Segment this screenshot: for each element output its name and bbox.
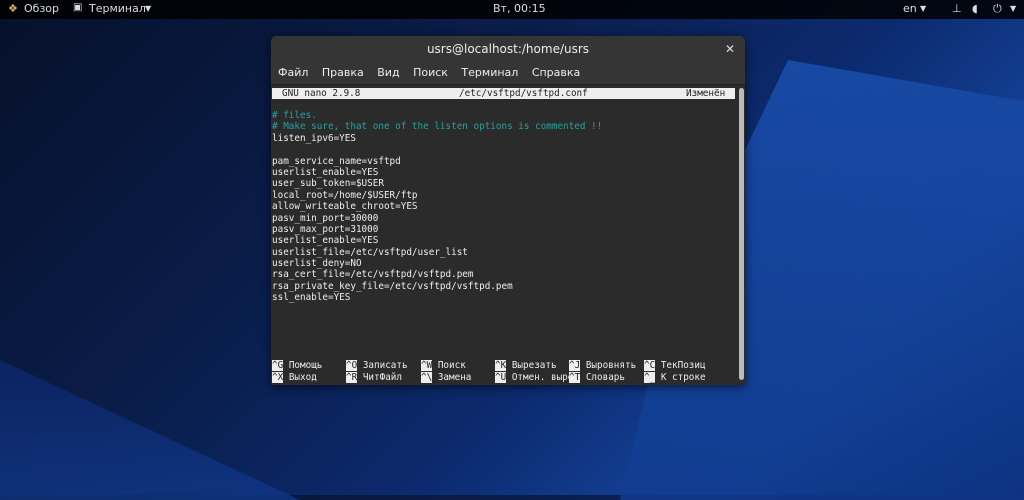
config-line: userlist_enable=YES <box>272 166 379 178</box>
shortcut-item: ^C ТекПозиц <box>644 360 706 372</box>
config-line: userlist_file=/etc/vsftpd/user_list <box>272 246 468 258</box>
top-bar: ❖ Обзор ▣ Терминал ▼ Вт, 00:15 en ▼ ⊥ ◖ … <box>0 0 1024 19</box>
chevron-down-icon: ▼ <box>145 4 152 13</box>
shortcut-label: ЧитФайл <box>362 371 402 383</box>
config-line: rsa_private_key_file=/etc/vsftpd/vsftpd.… <box>272 280 513 292</box>
shortcut-item: ^T Словарь <box>569 371 625 384</box>
config-line: allow_writeable_chroot=YES <box>272 201 418 213</box>
config-line: user_sub_token=$USER <box>272 178 384 190</box>
activities-icon: ❖ <box>8 2 18 15</box>
shortcut-label: К строке <box>660 371 706 383</box>
shortcut-key: ^\ <box>421 371 433 383</box>
config-line: pasv_max_port=31000 <box>272 223 379 235</box>
terminal-icon: ▣ <box>73 2 83 13</box>
menu-view[interactable]: Вид <box>377 66 399 79</box>
close-icon[interactable]: ✕ <box>725 36 735 62</box>
shortcut-key: ^W <box>421 360 433 371</box>
clock[interactable]: Вт, 00:15 <box>493 2 546 15</box>
shortcut-key: ^T <box>569 371 581 383</box>
menu-terminal[interactable]: Терминал <box>461 66 518 79</box>
shortcut-item: ^_ К строке <box>644 371 706 384</box>
shortcut-item: ^\ Замена <box>421 371 472 384</box>
title-bar[interactable]: usrs@localhost:/home/usrs ✕ <box>271 36 745 62</box>
shortcut-label: Помощь <box>288 360 323 371</box>
shortcut-label: Вырезать <box>511 360 557 371</box>
config-line: pam_service_name=vsftpd <box>272 155 401 167</box>
shortcut-label: Словарь <box>585 371 625 383</box>
chevron-down-icon: ▼ <box>1010 4 1017 13</box>
shortcut-item: ^O Записать <box>346 360 408 372</box>
modified-status: Изменён <box>686 88 726 99</box>
shortcut-label: Отмен. выре <box>511 371 574 383</box>
shortcut-item: ^W Поиск <box>421 360 466 372</box>
editor-text[interactable]: # files. # Make sure, that one of the lis… <box>272 110 602 304</box>
shortcut-key: ^O <box>346 360 358 371</box>
nano-version: GNU nano 2.9.8 <box>282 88 361 99</box>
menu-edit[interactable]: Правка <box>322 66 364 79</box>
shortcut-key: ^U <box>495 371 507 383</box>
config-line: userlist_deny=NO <box>272 258 362 270</box>
wallpaper-shape <box>0 360 300 500</box>
chevron-down-icon: ▼ <box>920 4 927 13</box>
menu-search[interactable]: Поиск <box>413 66 448 79</box>
shortcut-key: ^J <box>569 360 581 371</box>
shortcut-item: ^J Выровнять <box>569 360 636 372</box>
comment-line: # files. <box>272 110 317 121</box>
shortcut-key: ^K <box>495 360 507 371</box>
nano-header: GNU nano 2.9.8 /etc/vsftpd/vsftpd.conf И… <box>272 88 735 99</box>
language-indicator[interactable]: en <box>903 2 917 15</box>
config-line: userlist_enable=YES <box>272 235 379 247</box>
shortcut-item: ^U Отмен. выре <box>495 371 574 384</box>
terminal-content[interactable]: GNU nano 2.9.8 /etc/vsftpd/vsftpd.conf И… <box>272 86 736 384</box>
shortcut-key: ^R <box>346 371 358 383</box>
config-line: rsa_cert_file=/etc/vsftpd/vsftpd.pem <box>272 269 474 281</box>
shortcut-key: ^_ <box>644 371 656 383</box>
terminal-window: usrs@localhost:/home/usrs ✕ Файл Правка … <box>271 36 745 385</box>
power-icon[interactable]: ⏻ <box>993 2 1002 16</box>
scrollbar-thumb[interactable] <box>739 88 744 380</box>
menu-help[interactable]: Справка <box>532 66 580 79</box>
app-menu[interactable]: Терминал <box>89 2 146 15</box>
menu-file[interactable]: Файл <box>278 66 308 79</box>
shortcut-label: Поиск <box>437 360 466 371</box>
config-line: listen_ipv6=YES <box>272 132 356 144</box>
config-line <box>272 144 602 155</box>
shortcut-item: ^K Вырезать <box>495 360 557 372</box>
shortcut-label: ТекПозиц <box>660 360 706 371</box>
shortcut-item: ^X Выход <box>272 371 317 384</box>
activities-button[interactable]: Обзор <box>24 2 59 15</box>
shortcut-label: Выровнять <box>585 360 637 371</box>
shortcut-label: Замена <box>437 371 472 383</box>
shortcut-key: ^C <box>644 360 656 371</box>
config-line: ssl_enable=YES <box>272 292 351 304</box>
network-icon[interactable]: ⊥ <box>952 2 962 15</box>
shortcut-key: ^X <box>272 371 284 383</box>
window-title: usrs@localhost:/home/usrs <box>426 42 590 56</box>
shortcut-label: Выход <box>288 371 317 383</box>
shortcut-label: Записать <box>362 360 408 371</box>
volume-icon[interactable]: ◖ <box>972 2 978 15</box>
menu-bar: Файл Правка Вид Поиск Терминал Справка <box>271 62 745 85</box>
config-line: pasv_min_port=30000 <box>272 212 379 224</box>
scrollbar[interactable] <box>737 86 745 384</box>
config-line: local_root=/home/$USER/ftp <box>272 189 418 201</box>
file-name: /etc/vsftpd/vsftpd.conf <box>459 88 588 99</box>
comment-line: # Make sure, that one of the listen opti… <box>272 121 603 133</box>
shortcut-item: ^R ЧитФайл <box>346 371 402 384</box>
shortcut-item: ^G Помощь <box>272 360 322 372</box>
shortcut-key: ^G <box>272 360 284 371</box>
